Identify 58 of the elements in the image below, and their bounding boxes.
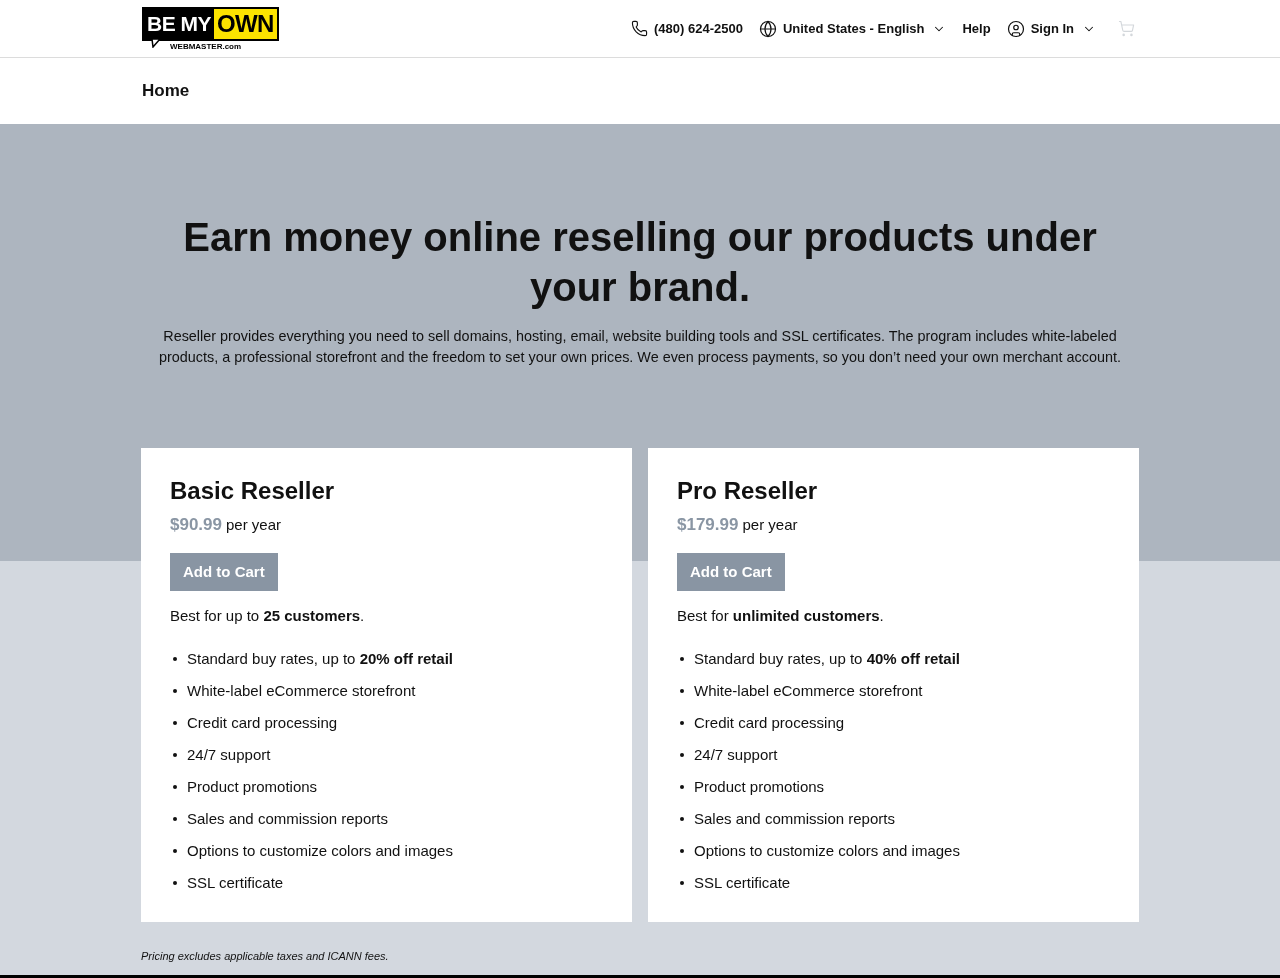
- bullet-icon: [680, 657, 684, 661]
- plan-price: $179.99: [677, 514, 739, 536]
- bullet-icon: [680, 689, 684, 693]
- feature-text: Standard buy rates, up to 20% off retail: [187, 649, 453, 669]
- bullet-icon: [680, 785, 684, 789]
- bullet-icon: [173, 689, 177, 693]
- bullet-icon: [680, 849, 684, 853]
- bullet-icon: [680, 721, 684, 725]
- feature-text: Options to customize colors and images: [187, 841, 453, 861]
- feature-text: 24/7 support: [187, 745, 271, 765]
- cart-button[interactable]: [1118, 20, 1135, 37]
- feature-text: Sales and commission reports: [694, 809, 895, 829]
- pricing-footnote: Pricing excludes applicable taxes and ICANN fees.: [141, 949, 390, 963]
- bullet-icon: [173, 785, 177, 789]
- feature-text: 24/7 support: [694, 745, 778, 765]
- bullet-icon: [173, 817, 177, 821]
- hero-description: Reseller provides everything you need to sell domains, hosting, email, website building tools and SSL certificates. The program includes white-labeled products, a professional storefront and the freedom to set your own prices. We even process payments, so you don’t need your own merchant account.: [158, 327, 1122, 367]
- feature-text: White-label eCommerce storefront: [694, 681, 923, 701]
- plan-summary: Best for up to 25 customers.: [170, 606, 365, 626]
- bullet-icon: [680, 881, 684, 885]
- language-selector[interactable]: United States - English: [758, 18, 947, 39]
- plan-title: Basic Reseller: [170, 476, 335, 506]
- sign-in-button[interactable]: Sign In: [1006, 18, 1096, 39]
- feature-text: Product promotions: [694, 777, 825, 797]
- feature-text: White-label eCommerce storefront: [187, 681, 416, 701]
- bullet-icon: [173, 657, 177, 661]
- globe-icon: [758, 19, 777, 38]
- feature-text: SSL certificate: [694, 873, 791, 893]
- price-period: per year: [226, 515, 282, 535]
- feature-text: Sales and commission reports: [187, 809, 388, 829]
- logo-text: BE MY: [144, 8, 214, 39]
- bullet-icon: [173, 881, 177, 885]
- bullet-icon: [173, 849, 177, 853]
- plan-title: Pro Reseller: [677, 476, 818, 506]
- bullet-icon: [173, 753, 177, 757]
- phone-link[interactable]: (480) 624-2500: [631, 18, 743, 39]
- feature-text: Standard buy rates, up to 40% off retail: [694, 649, 960, 669]
- breadcrumb-link[interactable]: Home: [142, 78, 190, 104]
- plan-summary: Best for unlimited customers.: [677, 606, 884, 626]
- bullet-icon: [680, 817, 684, 821]
- feature-text: Credit card processing: [694, 713, 845, 733]
- feature-text: Credit card processing: [187, 713, 338, 733]
- logo-badge[interactable]: BE MY OWN: [142, 6, 279, 41]
- bullet-icon: [173, 721, 177, 725]
- help-link[interactable]: Help: [962, 18, 991, 39]
- plan-price: $90.99: [170, 514, 222, 536]
- speech-tail-icon: [151, 38, 161, 48]
- feature-text: SSL certificate: [187, 873, 284, 893]
- phone-icon: [631, 20, 648, 37]
- logo-text: OWN: [215, 8, 275, 39]
- price-period: per year: [742, 515, 798, 535]
- cart-icon: [1118, 20, 1135, 37]
- feature-text: Options to customize colors and images: [694, 841, 960, 861]
- feature-text: Product promotions: [187, 777, 318, 797]
- bullet-icon: [680, 753, 684, 757]
- logo-subtitle: WEBMASTER.com: [170, 41, 242, 52]
- user-icon: [1006, 19, 1025, 38]
- hero-title: Earn money online reselling our products under your brand.: [182, 214, 1098, 311]
